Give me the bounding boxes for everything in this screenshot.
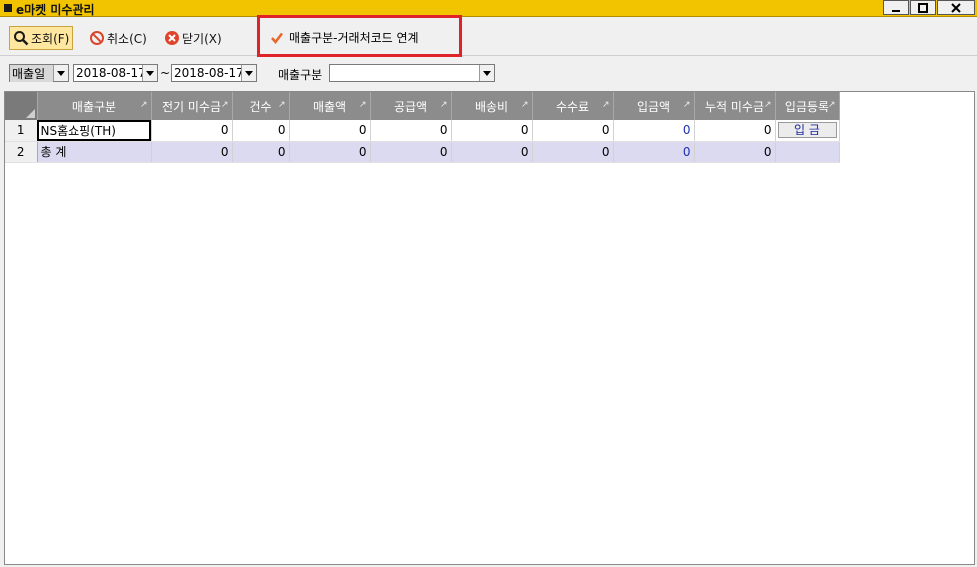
search-button[interactable]: 조회(F) [9, 26, 74, 50]
filter-bar: 매출일 2018-08-17 ~ 2018-08-17 매출구분 [0, 58, 977, 88]
column-header[interactable]: 배송비 ↗ [451, 92, 533, 120]
app-icon [4, 4, 12, 12]
chevron-down-icon[interactable] [53, 65, 68, 81]
cell-count[interactable]: 0 [232, 120, 290, 142]
date-type-value: 매출일 [10, 64, 53, 82]
cell-sales-type[interactable]: 총 계 [37, 141, 152, 163]
close-button[interactable]: 닫기(X) [161, 26, 225, 50]
column-header[interactable]: 누적 미수금 ↗ [694, 92, 776, 120]
cancel-button-label: 취소(C) [107, 31, 147, 46]
data-grid[interactable]: 매출구분 ↗ 전기 미수금 ↗ 건수 ↗ 매출액 ↗ 공급액 ↗ 배송비 ↗ 수수료 ↗ 입금… [4, 91, 975, 565]
cell-deposit[interactable]: 0 [613, 120, 695, 142]
cell-shipping[interactable]: 0 [451, 141, 533, 163]
cancel-icon [90, 31, 104, 45]
chevron-down-icon[interactable] [479, 65, 494, 81]
grid-corner[interactable] [5, 92, 38, 120]
maximize-icon [918, 2, 928, 13]
cell-supply[interactable]: 0 [370, 120, 452, 142]
minimize-button[interactable] [883, 0, 909, 15]
row-number: 2 [5, 141, 38, 163]
column-header[interactable]: 매출액 ↗ [289, 92, 371, 120]
cell-deposit[interactable]: 0 [613, 141, 695, 163]
chevron-down-icon[interactable] [241, 65, 256, 81]
chevron-down-icon[interactable] [142, 65, 157, 81]
checkmark-icon [271, 32, 283, 44]
cell-fee[interactable]: 0 [532, 120, 614, 142]
column-header[interactable]: 공급액 ↗ [370, 92, 452, 120]
receivables-table: 매출구분 ↗ 전기 미수금 ↗ 건수 ↗ 매출액 ↗ 공급액 ↗ 배송비 ↗ 수수료 ↗ 입금… [5, 92, 840, 163]
cell-prev-receivable[interactable]: 0 [151, 141, 233, 163]
sales-type-label: 매출구분 [278, 68, 323, 82]
cell-deposit-action [775, 141, 840, 163]
search-button-label: 조회(F) [31, 31, 70, 46]
cell-cumulative[interactable]: 0 [694, 141, 776, 163]
date-from-value: 2018-08-17 [76, 66, 142, 80]
date-to-picker[interactable]: 2018-08-17 [171, 64, 257, 82]
search-icon [14, 31, 29, 46]
column-header[interactable]: 입금등록 ↗ [775, 92, 840, 120]
close-button-label: 닫기(X) [182, 31, 222, 46]
cell-fee[interactable]: 0 [532, 141, 614, 163]
cell-sales[interactable]: 0 [289, 120, 371, 142]
window-title: e마켓 미수관리 [16, 3, 95, 17]
table-row[interactable]: 1 NS홈쇼핑(TH) 0 0 0 0 0 0 0 0 입 금 [5, 120, 840, 142]
deposit-button[interactable]: 입 금 [777, 122, 837, 139]
column-header[interactable]: 건수 ↗ [232, 92, 290, 120]
cell-supply[interactable]: 0 [370, 141, 452, 163]
cell-sales[interactable]: 0 [289, 141, 371, 163]
close-window-button[interactable] [937, 0, 975, 15]
column-header[interactable]: 전기 미수금 ↗ [151, 92, 233, 120]
cell-prev-receivable[interactable]: 0 [151, 120, 233, 142]
cell-shipping[interactable]: 0 [451, 120, 533, 142]
minimize-icon [892, 9, 900, 12]
row-number: 1 [5, 120, 38, 142]
cell-cumulative[interactable]: 0 [694, 120, 776, 142]
link-code-label: 매출구분-거래처코드 연계 [289, 31, 419, 45]
title-bar: e마켓 미수관리 [0, 0, 977, 17]
date-from-picker[interactable]: 2018-08-17 [73, 64, 158, 82]
date-to-value: 2018-08-17 [174, 66, 241, 80]
cell-deposit-action: 입 금 [775, 120, 840, 142]
link-code-button[interactable]: 매출구분-거래처코드 연계 [271, 29, 419, 46]
column-header[interactable]: 매출구분 ↗ [37, 92, 152, 120]
column-header[interactable]: 수수료 ↗ [532, 92, 614, 120]
toolbar: 조회(F) 취소(C) 닫기(X) [0, 18, 977, 56]
cell-sales-type[interactable]: NS홈쇼핑(TH) [37, 120, 152, 142]
date-type-select[interactable]: 매출일 [9, 64, 69, 82]
cell-count[interactable]: 0 [232, 141, 290, 163]
sales-type-select[interactable] [329, 64, 495, 82]
close-circle-icon [165, 31, 179, 45]
cancel-button[interactable]: 취소(C) [86, 26, 150, 50]
table-header-row: 매출구분 ↗ 전기 미수금 ↗ 건수 ↗ 매출액 ↗ 공급액 ↗ 배송비 ↗ 수수료 ↗ 입금… [5, 92, 840, 120]
table-row-total[interactable]: 2 총 계 0 0 0 0 0 0 0 0 [5, 141, 840, 163]
date-range-separator: ~ [160, 66, 171, 80]
close-icon [951, 2, 961, 13]
column-header[interactable]: 입금액 ↗ [613, 92, 695, 120]
maximize-button[interactable] [910, 0, 936, 15]
